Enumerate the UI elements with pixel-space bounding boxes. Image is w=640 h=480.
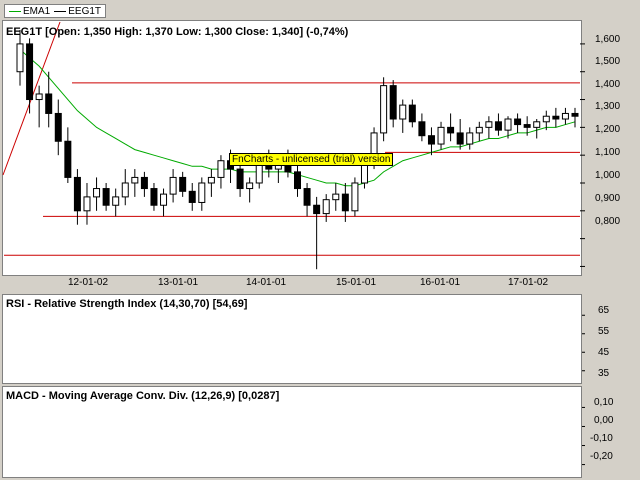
- rsi-y-tick: 65: [598, 305, 610, 316]
- macd-y-tick: -0,20: [590, 451, 613, 462]
- ema1-swatch: [9, 10, 21, 12]
- x-tick: 16-01-01: [420, 277, 461, 288]
- legend: EMA1 EEG1T: [4, 4, 107, 18]
- legend-eeg1t: EEG1T: [54, 6, 101, 17]
- trial-watermark: FnCharts - unlicensed (trial) version: [229, 153, 394, 166]
- price-y-tick: 1,400: [595, 79, 621, 90]
- x-tick: 15-01-01: [336, 277, 377, 288]
- price-y-tick: 1,200: [595, 124, 621, 135]
- macd-y-tick: 0,10: [594, 397, 614, 408]
- x-tick: 12-01-02: [68, 277, 109, 288]
- x-tick: 14-01-01: [246, 277, 287, 288]
- macd-y-tick: 0,00: [594, 415, 614, 426]
- price-y-tick: 1,500: [595, 56, 621, 67]
- price-panel[interactable]: [2, 20, 582, 276]
- price-y-tick: 0,900: [595, 193, 621, 204]
- x-tick: 17-01-02: [508, 277, 549, 288]
- price-y-tick: 1,300: [595, 101, 621, 112]
- x-tick: 13-01-01: [158, 277, 199, 288]
- legend-ema1: EMA1: [9, 6, 50, 17]
- eeg1t-swatch: [54, 10, 67, 12]
- rsi-y-tick: 55: [598, 326, 610, 337]
- macd-title: MACD - Moving Average Conv. Div. (12,26,…: [6, 390, 280, 402]
- rsi-y-tick: 35: [598, 368, 610, 379]
- price-y-tick: 1,600: [595, 34, 621, 45]
- price-y-tick: 0,800: [595, 216, 621, 227]
- price-y-tick: 1,100: [595, 147, 621, 158]
- macd-y-tick: -0,10: [590, 433, 613, 444]
- rsi-title: RSI - Relative Strength Index (14,30,70)…: [6, 298, 248, 310]
- rsi-y-tick: 45: [598, 347, 610, 358]
- price-title: EEG1T [Open: 1,350 High: 1,370 Low: 1,30…: [6, 26, 349, 38]
- price-y-tick: 1,000: [595, 170, 621, 181]
